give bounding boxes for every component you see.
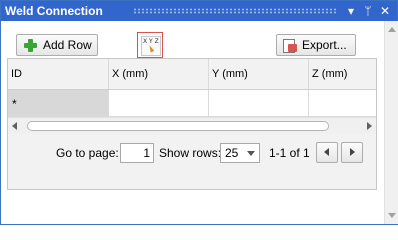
show-rows-label: Show rows: bbox=[159, 146, 222, 160]
new-row-z-cell[interactable] bbox=[309, 90, 376, 117]
column-header-x[interactable]: X (mm) bbox=[109, 59, 209, 90]
next-page-button[interactable] bbox=[341, 142, 363, 163]
rows-per-page-select[interactable]: 25 bbox=[220, 143, 260, 163]
scroll-left-icon[interactable] bbox=[12, 122, 17, 130]
new-row-marker[interactable]: * bbox=[8, 90, 109, 117]
scroll-up-icon[interactable] bbox=[388, 27, 396, 32]
xyz-pick-icon: X Y Z bbox=[141, 36, 161, 56]
export-icon bbox=[283, 38, 297, 53]
previous-page-button[interactable] bbox=[316, 142, 338, 163]
rows-per-page-value: 25 bbox=[225, 146, 239, 160]
chevron-left-icon bbox=[324, 148, 329, 156]
column-header-z[interactable]: Z (mm) bbox=[309, 59, 376, 90]
new-row-y-cell[interactable] bbox=[209, 90, 309, 117]
go-to-page-label: Go to page: bbox=[56, 146, 119, 160]
pick-coordinates-button[interactable]: X Y Z bbox=[137, 32, 163, 58]
title-bar[interactable]: Weld Connection ▾ ᛘ ✕ bbox=[1, 1, 397, 21]
new-row-x-cell[interactable] bbox=[109, 90, 209, 117]
column-header-y[interactable]: Y (mm) bbox=[209, 59, 309, 90]
panel-title: Weld Connection bbox=[5, 4, 103, 18]
page-number-input[interactable]: 1 bbox=[120, 143, 154, 163]
column-header-id[interactable]: ID bbox=[8, 59, 109, 90]
vertical-scrollbar[interactable] bbox=[384, 21, 398, 224]
page-range-text: 1-1 of 1 bbox=[269, 146, 310, 160]
title-grip bbox=[133, 8, 337, 14]
scroll-down-icon[interactable] bbox=[388, 213, 396, 218]
dropdown-icon[interactable]: ▾ bbox=[344, 3, 358, 19]
horizontal-scrollbar[interactable] bbox=[8, 117, 376, 135]
add-row-button[interactable]: Add Row bbox=[16, 34, 98, 56]
pin-icon[interactable]: ᛘ bbox=[361, 3, 375, 19]
weld-connection-panel: Weld Connection ▾ ᛘ ✕ Add Row X Y Z Expo… bbox=[0, 0, 398, 225]
close-icon[interactable]: ✕ bbox=[378, 3, 392, 19]
add-row-label: Add Row bbox=[43, 38, 92, 52]
export-label: Export... bbox=[302, 38, 347, 52]
chevron-right-icon bbox=[350, 148, 355, 156]
coordinates-table: ID X (mm) Y (mm) Z (mm) * Go to page: 1 … bbox=[7, 58, 377, 190]
pager: Go to page: 1 Show rows: 25 1-1 of 1 bbox=[8, 134, 376, 189]
plus-icon bbox=[24, 38, 37, 52]
chevron-down-icon bbox=[247, 151, 255, 156]
panel-content: Add Row X Y Z Export... ID X (mm) Y (mm)… bbox=[1, 21, 384, 224]
cursor-icon bbox=[147, 44, 155, 53]
scroll-right-icon[interactable] bbox=[367, 122, 372, 130]
export-button[interactable]: Export... bbox=[276, 34, 356, 56]
scroll-thumb[interactable] bbox=[27, 121, 329, 131]
